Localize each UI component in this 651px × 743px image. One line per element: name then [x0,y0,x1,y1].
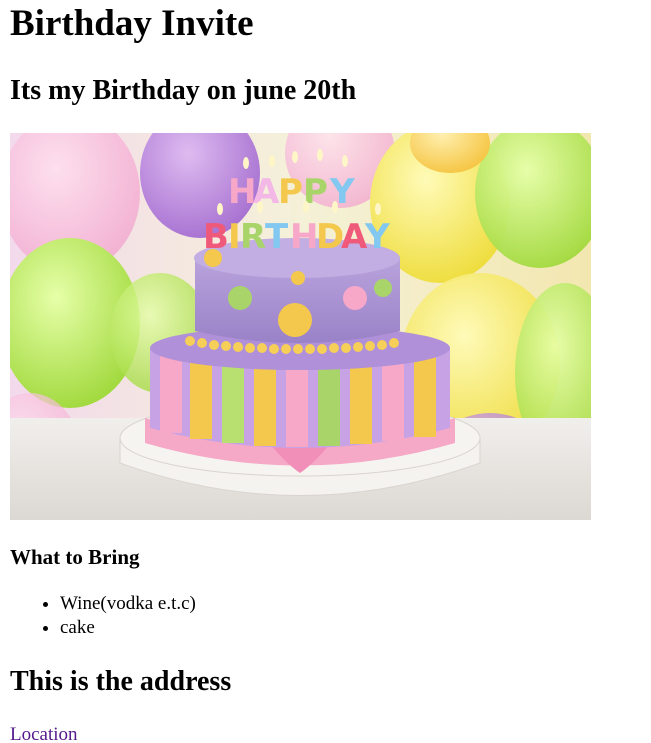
bring-list: Wine(vodka e.t.c) cake [10,592,196,640]
svg-text:Y: Y [364,217,390,257]
address-heading: This is the address [10,666,232,697]
bring-heading: What to Bring [10,545,140,569]
list-item: cake [60,616,196,640]
svg-text:T: T [265,217,289,257]
location-link[interactable]: Location [10,723,78,743]
svg-text:R: R [240,217,266,257]
svg-text:D: D [316,217,344,257]
list-item: Wine(vodka e.t.c) [60,592,196,616]
page-subtitle: Its my Birthday on june 20th [10,75,357,106]
svg-text:B: B [203,217,229,257]
svg-text:I: I [228,217,241,257]
svg-text:A: A [341,217,368,257]
page-title: Birthday Invite [10,3,254,44]
birthday-cake-image: H A P P Y B I R T H D A Y [10,133,591,520]
svg-text:P: P [278,172,303,212]
svg-text:H: H [290,217,318,257]
